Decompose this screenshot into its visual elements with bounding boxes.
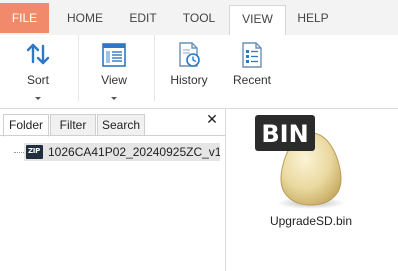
file-list-area: BIN UpgradeSD.bin — [226, 109, 398, 271]
pane-tab-folder[interactable]: Folder — [3, 114, 49, 137]
menu-tab-bar: FILE HOME EDIT TOOL VIEW HELP — [0, 0, 398, 36]
view-dropdown-caret-icon — [111, 97, 117, 100]
zip-badge: ZIP — [28, 147, 40, 155]
ribbon-separator — [78, 35, 79, 101]
ribbon-view: Sort View History Recent — [0, 35, 398, 108]
recent-label: Recent — [232, 73, 272, 87]
tab-file[interactable]: FILE — [0, 3, 49, 33]
pane-close-icon[interactable]: ✕ — [205, 112, 219, 126]
ribbon-separator — [154, 35, 155, 101]
file-item-upgradesd[interactable]: BIN UpgradeSD.bin — [251, 115, 371, 235]
sort-dropdown-caret-icon — [35, 97, 41, 100]
history-label: History — [170, 73, 208, 87]
tree-item-label: 1026CA41P02_20240925ZC_v1.1.7 — [48, 145, 220, 159]
file-name-label: UpgradeSD.bin — [269, 214, 353, 228]
history-icon — [179, 42, 200, 67]
pane-tab-search[interactable]: Search — [97, 114, 145, 136]
pane-tab-filter[interactable]: Filter — [50, 114, 96, 136]
sort-label: Sort — [26, 73, 49, 87]
tree-connector — [14, 152, 24, 154]
view-label: View — [101, 73, 127, 87]
tab-tool[interactable]: TOOL — [170, 5, 228, 31]
tree-item-archive[interactable]: ZIP 1026CA41P02_20240925ZC_v1.1.7 — [24, 143, 220, 161]
navigation-pane: Folder Filter Search ✕ ZIP 1026CA41P02_2… — [0, 109, 226, 271]
tab-view[interactable]: VIEW — [229, 5, 286, 36]
recent-button[interactable]: Recent — [224, 35, 280, 107]
bin-badge: BIN — [261, 120, 309, 148]
tab-help[interactable]: HELP — [288, 5, 338, 31]
sort-button[interactable]: Sort — [10, 35, 66, 107]
pane-tab-divider — [0, 135, 225, 136]
view-button[interactable]: View — [86, 35, 142, 107]
tab-home[interactable]: HOME — [56, 5, 114, 31]
zip-archive-icon: ZIP — [26, 145, 43, 159]
recent-checklist-icon — [242, 42, 262, 68]
sort-icon — [26, 43, 50, 65]
history-button[interactable]: History — [162, 35, 216, 107]
view-layout-icon — [102, 43, 126, 67]
tab-edit[interactable]: EDIT — [118, 5, 168, 31]
